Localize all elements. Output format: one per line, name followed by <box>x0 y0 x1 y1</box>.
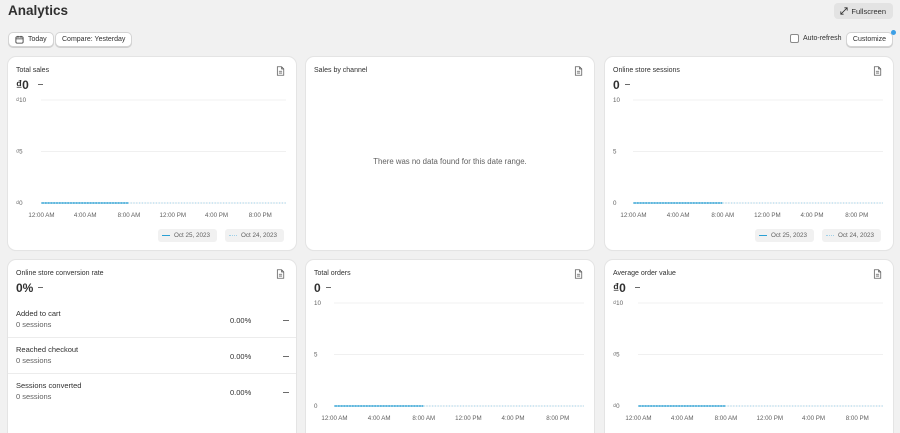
y-tick-label: 10 <box>613 97 620 104</box>
compare-button[interactable]: Compare: Yesterday <box>55 32 133 47</box>
x-tick-label: 12:00 PM <box>757 415 783 422</box>
legend-current-label: Oct 25, 2023 <box>771 232 808 239</box>
y-tick-label: 5 <box>613 149 617 156</box>
y-tick-label: 5 <box>314 352 318 359</box>
x-tick-label: 8:00 PM <box>846 415 869 422</box>
card-title: Online store conversion rate <box>16 270 104 277</box>
x-tick-label: 12:00 PM <box>455 415 481 422</box>
row-sessions: 0 sessions <box>16 320 52 329</box>
legend-current[interactable]: Oct 25, 2023 <box>158 229 218 242</box>
average-order-value-chart: ₫0 ₫5 ₫10 12:00 AM 4:00 AM 8:00 AM 12:00 PM 4:0… <box>613 300 883 422</box>
top-bar: Analytics Fullscreen <box>0 0 900 24</box>
x-tick-label: 8:00 AM <box>711 212 734 219</box>
customize-label: Customize <box>852 36 886 43</box>
page-title: Analytics <box>8 3 69 18</box>
x-tick-label: 12:00 AM <box>625 415 651 422</box>
fullscreen-label: Fullscreen <box>851 6 886 16</box>
total-sales-chart: ₫0 ₫5 ₫10 12:00 AM 4:00 AM 8:00 AM 12:00 PM 4:0… <box>16 97 286 219</box>
x-tick-label: 12:00 PM <box>754 212 780 219</box>
online-store-sessions-chart: 0 5 10 12:00 AM 4:00 AM 8:00 AM 12:00 PM 4:00 P… <box>613 97 883 219</box>
report-icon[interactable] <box>574 66 583 76</box>
x-tick-label: 8:00 AM <box>118 212 141 219</box>
y-tick-label: 0 <box>314 403 318 410</box>
row-label: Reached checkout <box>16 345 79 354</box>
autorefresh-label: Auto-refresh <box>803 35 842 42</box>
x-tick-label: 4:00 PM <box>801 212 824 219</box>
legend-current[interactable]: Oct 25, 2023 <box>755 229 815 242</box>
row-label: Sessions converted <box>16 381 82 390</box>
legend-previous-label: Oct 24, 2023 <box>241 232 278 239</box>
date-range-label: Today <box>28 36 47 43</box>
y-tick-label: 10 <box>314 300 321 307</box>
x-tick-label: 12:00 AM <box>620 212 646 219</box>
x-tick-label: 4:00 AM <box>74 212 97 219</box>
average-order-value-card[interactable]: Average order value ₫0 ₫0 ₫5 ₫10 12:00 AM 4:… <box>605 260 893 433</box>
legend-previous[interactable]: Oct 24, 2023 <box>822 229 882 242</box>
calendar-icon <box>15 35 24 44</box>
y-tick-label: ₫0 <box>613 403 620 410</box>
x-tick-label: 8:00 AM <box>412 415 435 422</box>
legend-previous[interactable]: Oct 24, 2023 <box>225 229 285 242</box>
y-tick-label: ₫5 <box>16 149 23 156</box>
dotted-line-swatch <box>826 235 834 236</box>
x-tick-label: 4:00 PM <box>502 415 525 422</box>
legend-current-label: Oct 25, 2023 <box>174 232 211 239</box>
row-change-indicator <box>283 392 289 393</box>
solid-line-swatch <box>162 235 170 236</box>
autorefresh-toggle[interactable]: Auto-refresh <box>790 34 842 43</box>
sales-by-channel-card[interactable]: Sales by channel There was no data found… <box>306 57 594 250</box>
date-range-button[interactable]: Today <box>8 32 54 47</box>
total-orders-card[interactable]: Total orders 0 0 5 10 12:00 AM 4:00 AM 8:00 A… <box>306 260 594 433</box>
total-sales-card[interactable]: Total sales ₫0 ₫0 ₫5 ₫10 12:00 AM 4:00 AM 8:0… <box>8 57 296 250</box>
row-change-indicator <box>283 356 289 357</box>
compare-label: Compare: Yesterday <box>62 36 126 43</box>
y-tick-label: ₫10 <box>613 300 624 307</box>
dotted-line-swatch <box>229 235 237 236</box>
x-tick-label: 8:00 PM <box>546 415 569 422</box>
x-tick-label: 12:00 PM <box>160 212 186 219</box>
customize-button[interactable]: Customize <box>845 32 893 47</box>
row-sessions: 0 sessions <box>16 356 52 365</box>
x-tick-label: 4:00 AM <box>368 415 391 422</box>
online-store-sessions-card[interactable]: Online store sessions 0 0 5 10 12:00 AM 4:00… <box>605 57 893 250</box>
x-tick-label: 12:00 AM <box>321 415 347 422</box>
y-tick-label: ₫10 <box>16 97 27 104</box>
x-tick-label: 12:00 AM <box>28 212 54 219</box>
list-item: Sessions converted 0 sessions 0.00% <box>8 374 296 410</box>
x-tick-label: 4:00 PM <box>205 212 228 219</box>
y-tick-label: ₫5 <box>613 352 620 359</box>
row-value: 0.00% <box>230 316 252 325</box>
card-title: Sales by channel <box>314 67 368 74</box>
x-tick-label: 8:00 PM <box>249 212 272 219</box>
list-item: Reached checkout 0 sessions 0.00% <box>8 338 296 374</box>
solid-line-swatch <box>759 235 767 236</box>
x-tick-label: 4:00 AM <box>667 212 690 219</box>
total-orders-chart: 0 5 10 12:00 AM 4:00 AM 8:00 AM 12:00 PM 4:00 P… <box>314 300 584 422</box>
row-value: 0.00% <box>230 388 252 397</box>
autorefresh-checkbox[interactable] <box>790 34 799 43</box>
conversion-rate-card[interactable]: Online store conversion rate 0% Added to… <box>8 260 296 433</box>
y-tick-label: ₫0 <box>16 200 23 207</box>
notification-dot <box>891 30 896 35</box>
row-value: 0.00% <box>230 352 252 361</box>
y-tick-label: 0 <box>613 200 617 207</box>
x-tick-label: 8:00 AM <box>715 415 738 422</box>
report-icon[interactable] <box>276 269 285 279</box>
empty-state-message: There was no data found for this date ra… <box>373 157 527 166</box>
metric-value: 0% <box>16 281 34 295</box>
list-item: Added to cart 0 sessions 0.00% <box>8 302 296 338</box>
row-change-indicator <box>283 320 289 321</box>
change-indicator <box>38 287 43 288</box>
x-tick-label: 4:00 AM <box>671 415 694 422</box>
x-tick-label: 8:00 PM <box>845 212 868 219</box>
legend-previous-label: Oct 24, 2023 <box>838 232 875 239</box>
row-label: Added to cart <box>16 309 61 318</box>
row-sessions: 0 sessions <box>16 392 52 401</box>
fullscreen-button[interactable]: Fullscreen <box>834 3 893 19</box>
x-tick-label: 4:00 PM <box>802 415 825 422</box>
expand-icon <box>840 7 848 15</box>
